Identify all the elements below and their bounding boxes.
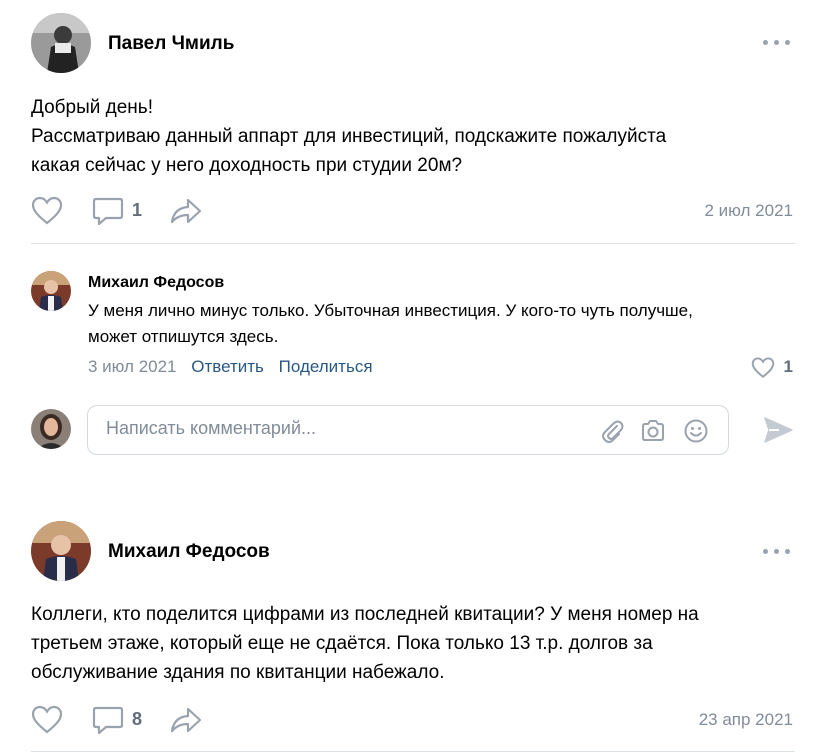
more-icon[interactable] (763, 544, 791, 558)
share-icon (170, 707, 202, 733)
comment-likes-count: 1 (783, 357, 793, 376)
heart-icon (31, 705, 63, 734)
comment-input[interactable] (106, 418, 576, 439)
camera-icon[interactable] (639, 417, 667, 445)
share-link[interactable]: Поделиться (279, 357, 373, 376)
comment-icon (92, 706, 124, 735)
emoji-icon[interactable] (682, 417, 710, 445)
comment-like-button[interactable]: 1 (751, 356, 793, 380)
post-date[interactable]: 23 апр 2021 (699, 710, 793, 730)
comment-date[interactable]: 3 июл 2021 (88, 357, 177, 376)
author-avatar[interactable] (31, 521, 91, 581)
post: Павел Чмиль Добрый день! Рассматриваю да… (0, 0, 813, 245)
comments-count: 1 (132, 200, 143, 220)
reply-link[interactable]: Ответить (191, 357, 264, 376)
heart-icon (31, 196, 63, 225)
comment-author[interactable]: Михаил Федосов (88, 274, 224, 292)
post-actions: 1 2 июл 2021 (31, 196, 795, 226)
comment-input-container (87, 405, 729, 455)
divider (31, 751, 795, 752)
post-date[interactable]: 2 июл 2021 (704, 201, 793, 221)
heart-icon (751, 357, 775, 379)
post-text: Коллеги, кто поделится цифрами из послед… (31, 604, 699, 683)
comment-author-avatar[interactable] (31, 271, 71, 311)
post-author[interactable]: Павел Чмиль (108, 33, 234, 55)
post-actions: 8 23 апр 2021 (31, 705, 795, 735)
more-icon[interactable] (763, 35, 791, 49)
comment-meta: 3 июл 2021 Ответить Поделиться (88, 357, 383, 377)
comment-text: У меня лично минус только. Убыточная инв… (88, 301, 693, 346)
comment-button[interactable]: 8 (92, 705, 148, 735)
share-icon (170, 198, 202, 224)
post-author[interactable]: Михаил Федосов (108, 541, 270, 563)
share-button[interactable] (170, 196, 204, 226)
divider (31, 243, 795, 244)
comment-button[interactable]: 1 (92, 196, 148, 226)
send-icon[interactable] (762, 414, 794, 446)
post-text: Добрый день! Рассматриваю данный аппарт … (31, 97, 667, 176)
like-button[interactable] (31, 196, 65, 226)
comment-icon (92, 197, 124, 226)
author-avatar[interactable] (31, 13, 91, 73)
comments-count: 8 (132, 709, 143, 729)
post: Михаил Федосов Коллеги, кто поделится ци… (0, 505, 813, 753)
like-button[interactable] (31, 705, 65, 735)
paperclip-icon[interactable] (598, 417, 626, 445)
share-button[interactable] (170, 705, 204, 735)
current-user-avatar (31, 409, 71, 449)
